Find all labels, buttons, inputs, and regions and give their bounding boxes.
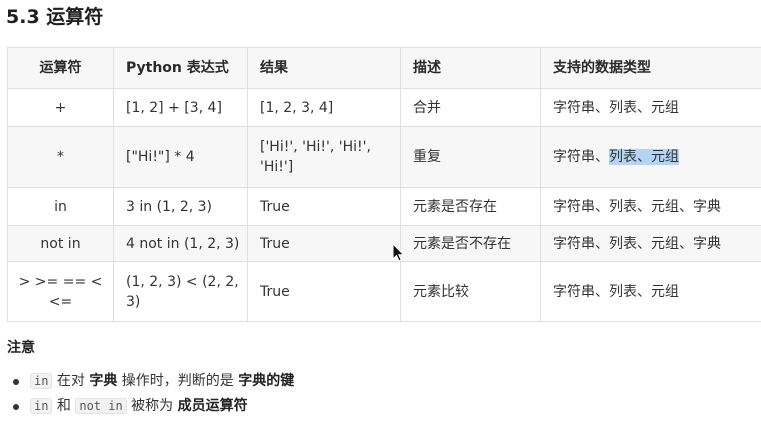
table-row: > >= == < <= (1, 2, 3) < (2, 2, 3) True … xyxy=(7,261,761,322)
cell-expression: (1, 2, 3) < (2, 2, 3) xyxy=(113,261,248,322)
types-text: 字符串、 xyxy=(553,149,609,165)
table-row: * ["Hi!"] * 4 ['Hi!', 'Hi!', 'Hi!', 'Hi!… xyxy=(7,126,761,188)
cell-description: 元素是否存在 xyxy=(400,187,541,226)
cell-description: 合并 xyxy=(400,88,541,127)
note-text: 在对 xyxy=(52,373,90,389)
table-row: not in 4 not in (1, 2, 3) True 元素是否不存在 字… xyxy=(7,225,761,262)
note-bold-text: 成员运算符 xyxy=(177,398,248,414)
cell-result: True xyxy=(247,225,401,262)
note-bold-text: 字典的键 xyxy=(238,373,295,389)
note-text: 和 xyxy=(52,398,76,414)
mouse-pointer-icon xyxy=(392,243,405,262)
inline-code: in xyxy=(30,398,53,414)
cell-types: 字符串、列表、元组 xyxy=(540,261,761,322)
bullet-icon xyxy=(13,404,19,410)
column-header-description: 描述 xyxy=(400,47,541,89)
cell-types: 字符串、列表、元组 xyxy=(540,88,761,127)
cell-description: 重复 xyxy=(400,126,541,188)
note-heading: 注意 xyxy=(7,340,35,356)
table-row: + [1, 2] + [3, 4] [1, 2, 3, 4] 合并 字符串、列表… xyxy=(7,88,761,127)
cell-description: 元素比较 xyxy=(400,261,541,322)
note-item: in 在对 字典 操作时，判断的是 字典的键 xyxy=(0,369,294,394)
note-bold-text: 字典 xyxy=(89,373,118,389)
note-item: in 和 not in 被称为 成员运算符 xyxy=(0,394,294,419)
cell-result: [1, 2, 3, 4] xyxy=(247,88,401,127)
page-title: 5.3 运算符 xyxy=(6,6,104,28)
inline-code: not in xyxy=(75,398,127,414)
cell-result: ['Hi!', 'Hi!', 'Hi!', 'Hi!'] xyxy=(247,126,401,188)
note-text: 操作时，判断的是 xyxy=(117,373,239,389)
cell-expression: ["Hi!"] * 4 xyxy=(113,126,248,188)
column-header-result: 结果 xyxy=(247,47,401,89)
cell-description: 元素是否不存在 xyxy=(400,225,541,262)
table-header-row: 运算符 Python 表达式 结果 描述 支持的数据类型 xyxy=(7,47,761,89)
note-text: 被称为 xyxy=(126,398,178,414)
cell-types: 字符串、列表、元组 xyxy=(540,126,761,188)
column-header-expression: Python 表达式 xyxy=(113,47,248,89)
bullet-icon xyxy=(13,379,19,385)
cell-types: 字符串、列表、元组、字典 xyxy=(540,225,761,262)
table-row: in 3 in (1, 2, 3) True 元素是否存在 字符串、列表、元组、… xyxy=(7,187,761,226)
cell-operator: not in xyxy=(7,225,114,262)
inline-code: in xyxy=(30,373,53,389)
operators-table: 运算符 Python 表达式 结果 描述 支持的数据类型 + [1, 2] + … xyxy=(7,47,761,322)
cell-result: True xyxy=(247,261,401,322)
cell-operator: in xyxy=(7,187,114,226)
cell-types: 字符串、列表、元组、字典 xyxy=(540,187,761,226)
cell-expression: 4 not in (1, 2, 3) xyxy=(113,225,248,262)
cell-operator: * xyxy=(7,126,114,188)
cell-operator: + xyxy=(7,88,114,127)
column-header-types: 支持的数据类型 xyxy=(540,47,761,89)
cell-expression: [1, 2] + [3, 4] xyxy=(113,88,248,127)
cell-operator: > >= == < <= xyxy=(7,261,114,322)
cell-expression: 3 in (1, 2, 3) xyxy=(113,187,248,226)
cell-result: True xyxy=(247,187,401,226)
column-header-operator: 运算符 xyxy=(7,47,114,89)
note-list: in 在对 字典 操作时，判断的是 字典的键 in 和 not in 被称为 成… xyxy=(0,369,294,419)
text-selection-highlight[interactable]: 列表、元组 xyxy=(609,149,679,165)
